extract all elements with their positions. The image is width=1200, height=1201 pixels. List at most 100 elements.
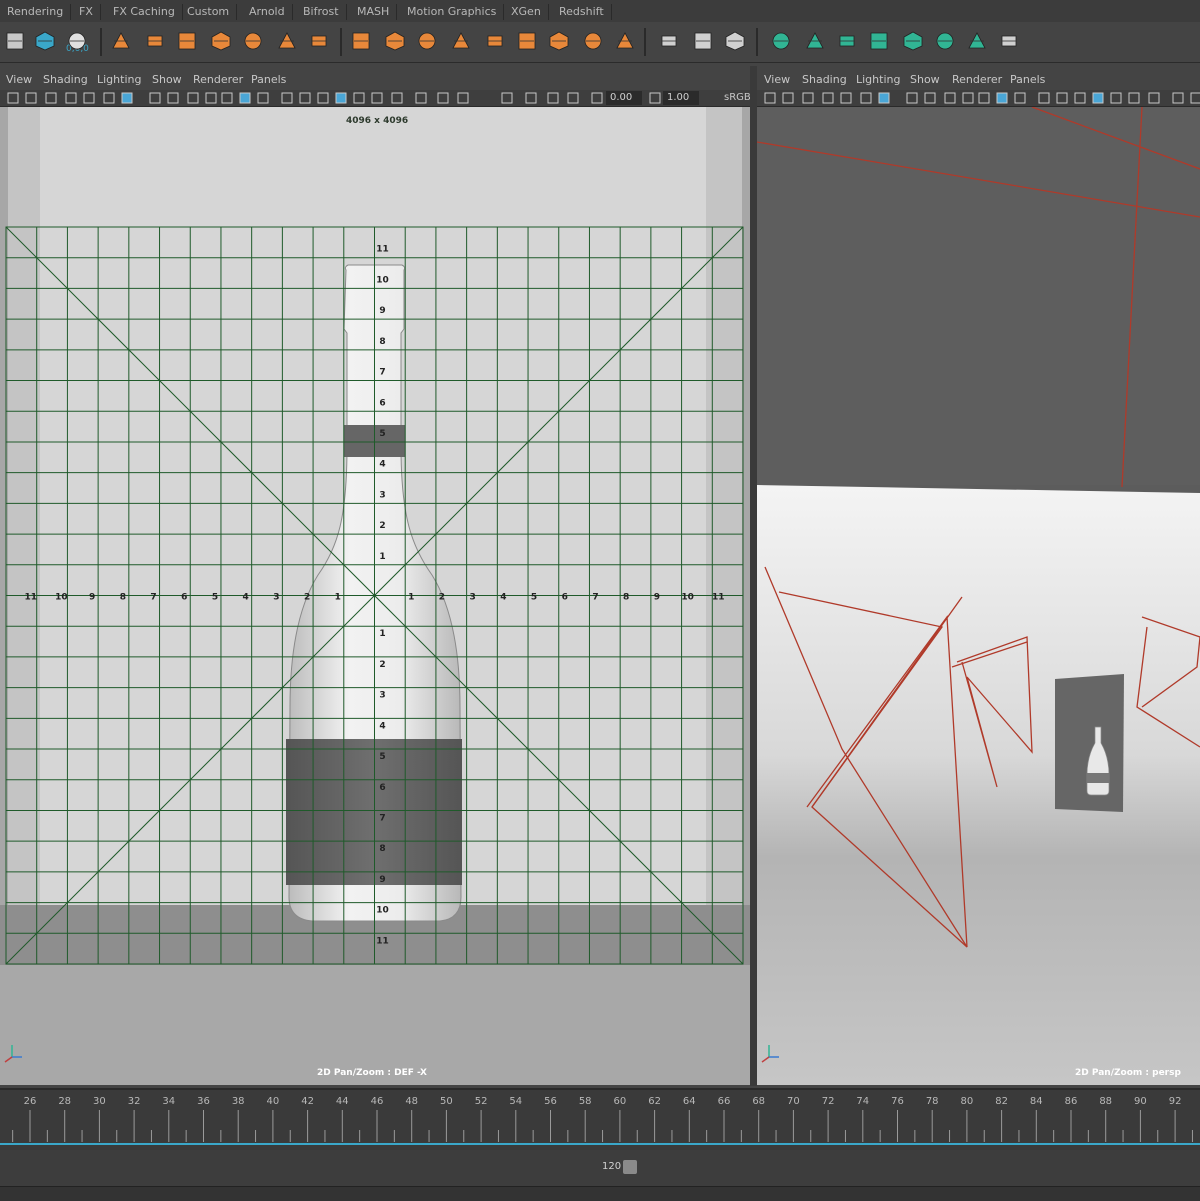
- shelf-tab-arnold[interactable]: Arnold: [242, 4, 293, 20]
- wireframe-icon[interactable]: [220, 91, 233, 104]
- bookmark-icon[interactable]: [801, 91, 814, 104]
- gate-mask-icon[interactable]: [148, 91, 161, 104]
- select-camera-icon[interactable]: [546, 91, 559, 104]
- shelf-tab-mash[interactable]: MASH: [350, 4, 397, 20]
- pencil-icon[interactable]: [656, 28, 682, 54]
- shelf-tab-redshift[interactable]: Redshift: [552, 4, 612, 20]
- shadows-icon[interactable]: [316, 91, 329, 104]
- right-menu-show[interactable]: Show: [910, 73, 940, 86]
- default-material-icon[interactable]: [1013, 91, 1026, 104]
- uv-cut-icon[interactable]: [996, 28, 1022, 54]
- range-handle[interactable]: [623, 1160, 637, 1174]
- right-menu-renderer[interactable]: Renderer: [952, 73, 1002, 86]
- uv-plane-icon[interactable]: [768, 28, 794, 54]
- right-menu-shading[interactable]: Shading: [802, 73, 847, 86]
- film-gate-icon[interactable]: [859, 91, 872, 104]
- image-plane-icon[interactable]: [821, 91, 834, 104]
- grid-icon[interactable]: [82, 91, 95, 104]
- default-material-icon[interactable]: [256, 91, 269, 104]
- layers-icon[interactable]: [108, 28, 134, 54]
- uv-cylinder-icon[interactable]: [802, 28, 828, 54]
- ambient-occlusion-icon[interactable]: [1091, 91, 1104, 104]
- field-chart-icon[interactable]: [923, 91, 936, 104]
- time-slider[interactable]: 2628303234363840424446485052545658606264…: [0, 1088, 1200, 1150]
- grid-small-icon[interactable]: [208, 28, 234, 54]
- image-plane-icon[interactable]: [648, 91, 661, 104]
- shelf-tab-fx[interactable]: FX: [72, 4, 101, 20]
- field-chart-icon[interactable]: [166, 91, 179, 104]
- select-camera-icon[interactable]: [6, 91, 19, 104]
- shelf-tab-motion-graphics[interactable]: Motion Graphics: [400, 4, 504, 20]
- right-menu-panels[interactable]: Panels: [1010, 73, 1045, 86]
- extrude-icon[interactable]: [348, 28, 374, 54]
- shelf-tab-fx-caching[interactable]: FX Caching: [106, 4, 183, 20]
- image-plane-icon[interactable]: [64, 91, 77, 104]
- snap-icon[interactable]: [32, 28, 58, 54]
- compass-icon[interactable]: [2, 28, 28, 54]
- isolate-icon[interactable]: [390, 91, 403, 104]
- command-line[interactable]: [0, 1186, 1200, 1201]
- uv-transfer-icon[interactable]: [900, 28, 926, 54]
- cube-split-icon[interactable]: [174, 28, 200, 54]
- resolution-gate-icon[interactable]: [120, 91, 133, 104]
- brush-icon[interactable]: [722, 28, 748, 54]
- rotate-cube-icon[interactable]: [274, 28, 300, 54]
- safe-title-icon[interactable]: [204, 91, 217, 104]
- left-menu-renderer[interactable]: Renderer: [193, 73, 243, 86]
- gamma-field[interactable]: 1.00: [663, 91, 699, 105]
- range-slider[interactable]: 120: [0, 1150, 1200, 1186]
- xray-icon[interactable]: [414, 91, 427, 104]
- gamma-icon[interactable]: [524, 91, 537, 104]
- left-viewport[interactable]: 1111111110101010999988887777666655554444…: [0, 107, 750, 1085]
- box-icon[interactable]: [414, 28, 440, 54]
- safe-action-icon[interactable]: [186, 91, 199, 104]
- left-menu-lighting[interactable]: Lighting: [97, 73, 141, 86]
- backface-icon[interactable]: [456, 91, 469, 104]
- smooth-shade-icon[interactable]: [238, 91, 251, 104]
- isolate-icon[interactable]: [1147, 91, 1160, 104]
- crop-icon[interactable]: [580, 28, 606, 54]
- select-camera-icon[interactable]: [763, 91, 776, 104]
- shelf-tab-rendering[interactable]: Rendering: [0, 4, 71, 20]
- bevel-icon[interactable]: [514, 28, 540, 54]
- panel-divider[interactable]: [750, 66, 757, 1086]
- stairs-icon[interactable]: [240, 28, 266, 54]
- gate-mask-icon[interactable]: [905, 91, 918, 104]
- xray-icon[interactable]: [1171, 91, 1184, 104]
- left-menu-panels[interactable]: Panels: [251, 73, 286, 86]
- left-menu-show[interactable]: Show: [152, 73, 182, 86]
- lights-icon[interactable]: [298, 91, 311, 104]
- checker-icon[interactable]: [932, 28, 958, 54]
- measure-icon[interactable]: [690, 28, 716, 54]
- slab-icon[interactable]: [546, 28, 572, 54]
- camera-attr-icon[interactable]: [24, 91, 37, 104]
- right-viewport[interactable]: 2D Pan/Zoom : persp: [757, 107, 1200, 1085]
- wheel-icon[interactable]: [482, 28, 508, 54]
- resolution-gate-icon[interactable]: [877, 91, 890, 104]
- film-gate-icon[interactable]: [102, 91, 115, 104]
- camera-attr-icon[interactable]: [566, 91, 579, 104]
- smooth-shade-icon[interactable]: [995, 91, 1008, 104]
- grid-icon[interactable]: [839, 91, 852, 104]
- motion-blur-icon[interactable]: [352, 91, 365, 104]
- xray-joints-icon[interactable]: [436, 91, 449, 104]
- exposure-icon[interactable]: [500, 91, 513, 104]
- merge-cube-icon[interactable]: [306, 28, 332, 54]
- uv-sphere-icon[interactable]: [834, 28, 860, 54]
- colorspace-label[interactable]: sRGB: [720, 91, 750, 105]
- shadows-icon[interactable]: [1073, 91, 1086, 104]
- uv-cube-icon[interactable]: [866, 28, 892, 54]
- safe-action-icon[interactable]: [943, 91, 956, 104]
- quad-icon[interactable]: [142, 28, 168, 54]
- left-menu-shading[interactable]: Shading: [43, 73, 88, 86]
- sphere-grid-icon[interactable]: [612, 28, 638, 54]
- exposure-field[interactable]: 0.00: [606, 91, 642, 105]
- bookmark-icon[interactable]: [590, 91, 603, 104]
- shelf-tab-xgen[interactable]: XGen: [504, 4, 549, 20]
- left-menu-view[interactable]: View: [6, 73, 32, 86]
- stack-icon[interactable]: [382, 28, 408, 54]
- snowflake-icon[interactable]: [64, 28, 90, 54]
- motion-blur-icon[interactable]: [1109, 91, 1122, 104]
- safe-title-icon[interactable]: [961, 91, 974, 104]
- uv-unfold-icon[interactable]: [964, 28, 990, 54]
